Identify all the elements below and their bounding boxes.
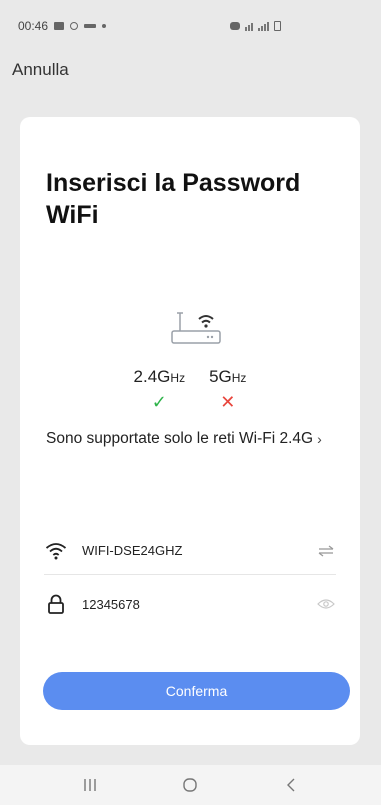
- supported-networks-notice[interactable]: Sono supportate solo le reti Wi-Fi 2.4G …: [46, 430, 356, 448]
- band-5ghz-label: 5GHz: [209, 367, 246, 387]
- cross-icon: ✕: [220, 392, 236, 412]
- confirm-button[interactable]: Conferma: [43, 672, 350, 710]
- password-field[interactable]: 12345678: [44, 580, 336, 628]
- cell-signal-icon: [258, 21, 269, 31]
- home-icon[interactable]: [170, 770, 210, 800]
- switch-network-icon[interactable]: [316, 541, 336, 561]
- status-time: 00:46: [18, 19, 49, 33]
- cancel-button[interactable]: Annulla: [12, 60, 69, 80]
- location-icon: [70, 22, 79, 30]
- dot-icon: [102, 24, 107, 28]
- recent-apps-icon[interactable]: [70, 770, 110, 800]
- wifi-password-card: Inserisci la Password WiFi 2.4GHz ✓ 5GHz…: [20, 117, 360, 745]
- battery-icon: [274, 21, 281, 31]
- band-support-row: 2.4GHz ✓ 5GHz ✕: [20, 367, 360, 411]
- band-24ghz-label: 2.4GHz: [134, 367, 186, 387]
- image-icon: [54, 22, 65, 30]
- voicemail-icon: [84, 24, 97, 28]
- router-wifi-icon: [171, 312, 221, 344]
- band-5ghz: 5GHz ✕: [209, 367, 246, 411]
- status-bar: 00:46: [0, 0, 381, 52]
- password-value: 12345678: [82, 596, 140, 612]
- band-5ghz-value: 5G: [209, 367, 232, 386]
- alarm-icon: [230, 22, 240, 30]
- wifi-icon: [44, 539, 68, 563]
- notice-text: Sono supportate solo le reti Wi-Fi 2.4G: [46, 430, 314, 447]
- eye-icon[interactable]: [316, 594, 336, 614]
- band-24ghz-unit: Hz: [170, 371, 186, 385]
- status-right: [230, 21, 281, 31]
- ssid-value: WIFI-DSE24GHZ: [82, 543, 183, 558]
- band-5ghz-unit: Hz: [231, 371, 247, 385]
- ssid-field[interactable]: WIFI-DSE24GHZ: [44, 527, 336, 575]
- lock-icon: [44, 592, 68, 616]
- check-icon: ✓: [151, 392, 167, 412]
- chevron-right-icon: ›: [317, 431, 322, 447]
- back-icon[interactable]: [271, 770, 311, 800]
- system-nav-bar: [0, 765, 381, 805]
- band-24ghz: 2.4GHz ✓: [134, 367, 186, 411]
- wifi-signal-icon: [245, 22, 253, 31]
- status-left: 00:46: [18, 19, 107, 33]
- band-24ghz-value: 2.4G: [133, 367, 171, 386]
- page-title: Inserisci la Password WiFi: [46, 169, 301, 229]
